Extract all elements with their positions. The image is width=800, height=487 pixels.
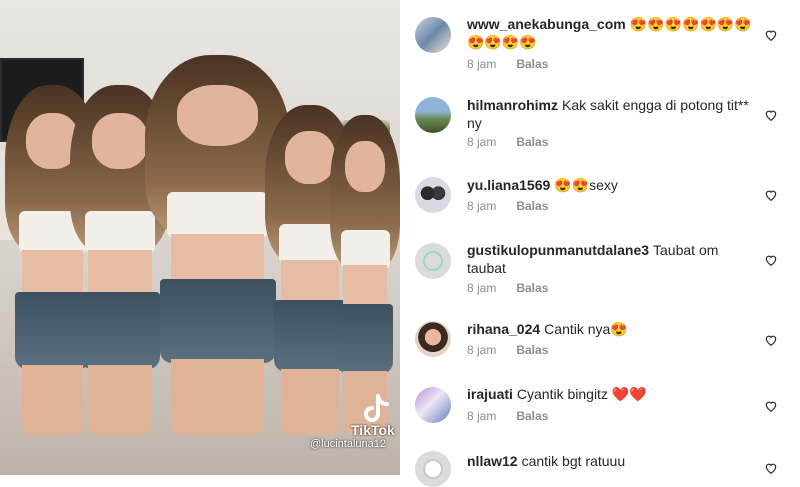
- comment-time: 8 jam: [467, 57, 497, 71]
- default-avatar-icon: [423, 459, 443, 479]
- comment-time: 8 jam: [467, 199, 497, 213]
- reply-button[interactable]: Balas: [516, 343, 548, 357]
- avatar[interactable]: [415, 177, 451, 213]
- post-media[interactable]: TikTok @lucintaluna12: [0, 0, 400, 475]
- heart-outline-icon[interactable]: [764, 253, 778, 267]
- comment-text: 😍😍sexy: [554, 177, 618, 193]
- reply-button[interactable]: Balas: [516, 199, 548, 213]
- avatar[interactable]: [415, 451, 451, 487]
- default-avatar-icon: [423, 251, 443, 271]
- reply-button[interactable]: Balas: [516, 135, 548, 149]
- comment-username[interactable]: irajuati: [467, 386, 513, 402]
- comment-time: 8 jam: [467, 135, 497, 149]
- avatar[interactable]: [415, 243, 451, 279]
- avatar[interactable]: [415, 321, 451, 357]
- comment-username[interactable]: www_anekabunga_com: [467, 16, 626, 32]
- reply-button[interactable]: Balas: [516, 281, 548, 295]
- heart-outline-icon[interactable]: [764, 108, 778, 122]
- comment-username[interactable]: rihana_024: [467, 321, 540, 337]
- heart-outline-icon[interactable]: [764, 333, 778, 347]
- comment-time: 8 jam: [467, 343, 497, 357]
- tiktok-username: @lucintaluna12: [310, 438, 386, 450]
- comment-text: Cantik nya😍: [544, 321, 628, 337]
- avatar[interactable]: [415, 97, 451, 133]
- avatar[interactable]: [415, 387, 451, 423]
- comment-username[interactable]: hilmanrohimz: [467, 97, 558, 113]
- comment-meta: 8 jam Balas: [467, 57, 568, 71]
- comment-time: 8 jam: [467, 409, 497, 423]
- comment-username[interactable]: yu.liana1569: [467, 177, 550, 193]
- comment-meta: 8 jam Balas: [467, 409, 568, 423]
- tiktok-watermark: TikTok: [351, 422, 395, 438]
- comment-username[interactable]: gustikulopunmanutdalane3: [467, 242, 649, 258]
- comment-meta: 8 jam Balas: [467, 199, 568, 213]
- heart-outline-icon[interactable]: [764, 188, 778, 202]
- comment-username[interactable]: nllaw12: [467, 453, 518, 469]
- comment-text: cantik bgt ratuuu: [521, 453, 626, 469]
- heart-outline-icon[interactable]: [764, 28, 778, 42]
- reply-button[interactable]: Balas: [516, 409, 548, 423]
- comment-meta: 8 jam Balas: [467, 135, 568, 149]
- dancer-figure: [330, 115, 400, 435]
- comment-meta: 8 jam Balas: [467, 343, 568, 357]
- comment-time: 8 jam: [467, 281, 497, 295]
- heart-outline-icon[interactable]: [764, 399, 778, 413]
- heart-outline-icon[interactable]: [764, 461, 778, 475]
- comment-text: Cyantik bingitz ❤️❤️: [516, 386, 647, 402]
- comments-panel: www_anekabunga_com 😍😍😍😍😍😍😍😍😍😍😍 8 jam Balas…: [400, 0, 800, 487]
- avatar[interactable]: [415, 17, 451, 53]
- comment-meta: 8 jam Balas: [467, 281, 568, 295]
- reply-button[interactable]: Balas: [516, 57, 548, 71]
